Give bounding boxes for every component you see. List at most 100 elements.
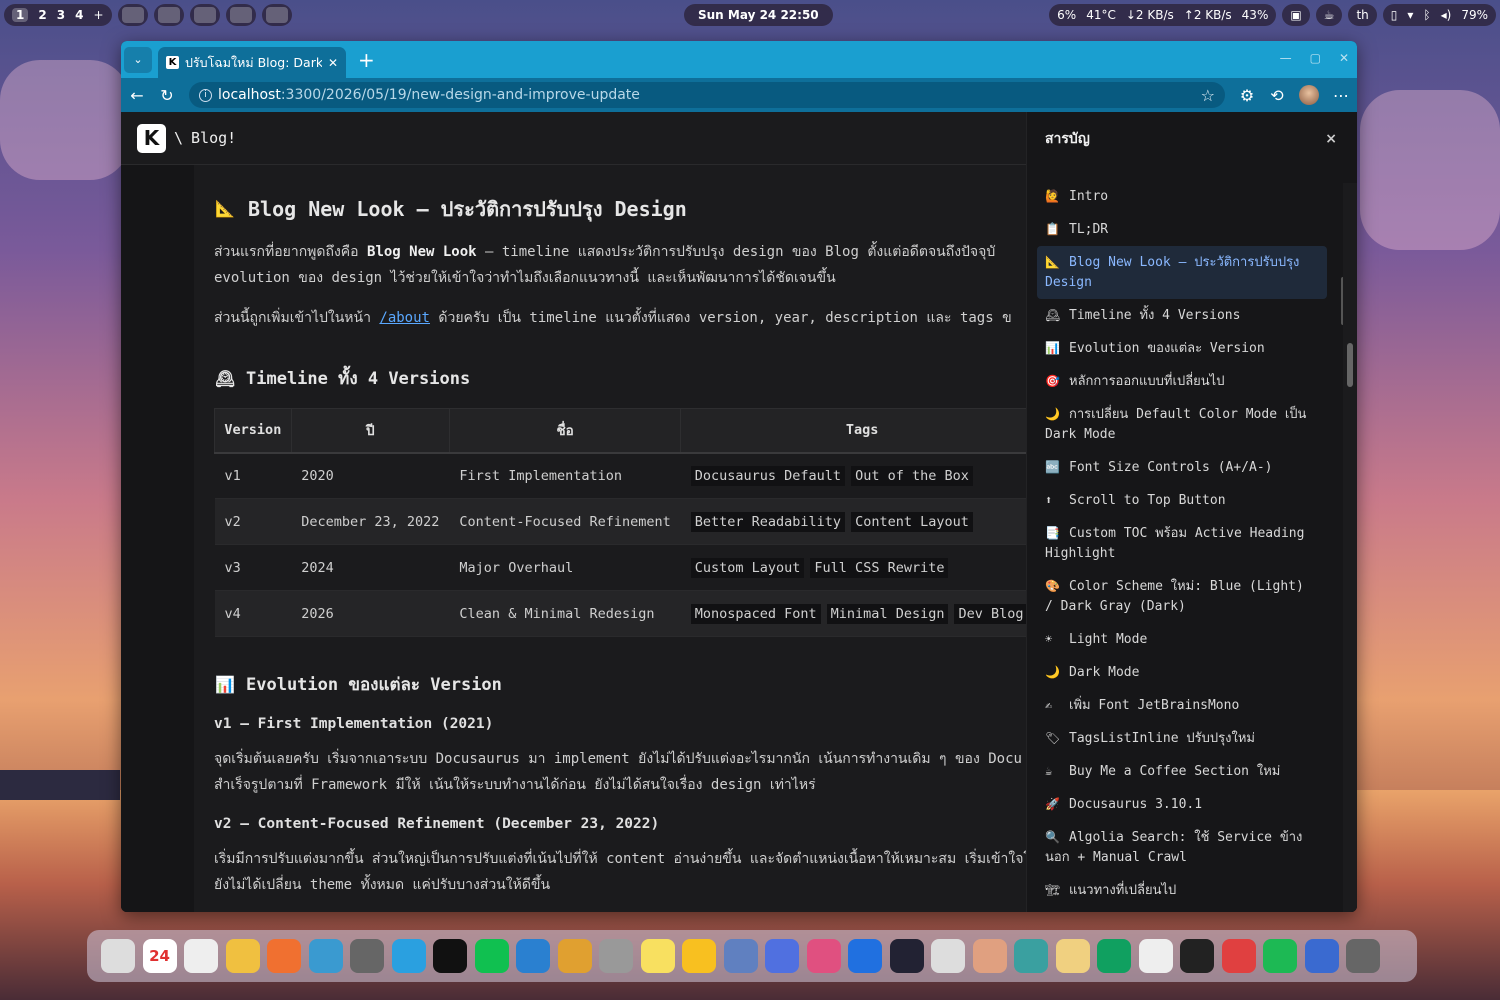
notes-icon[interactable] — [640, 939, 675, 973]
maximize-icon[interactable]: ▢ — [1310, 51, 1321, 65]
toc-item[interactable]: 🎨 Color Scheme ใหม่: Blue (Light) / Dark … — [1037, 570, 1327, 623]
new-tab-button[interactable]: + — [358, 48, 375, 72]
back-icon[interactable]: ← — [129, 86, 145, 105]
book-icon[interactable] — [1097, 939, 1131, 973]
toc-item[interactable]: 📊 Evolution ของแต่ละ Version — [1037, 332, 1327, 365]
toc-item-icon: 📐 — [1045, 255, 1060, 269]
tab-actions-menu[interactable]: ⌄ — [124, 46, 152, 73]
toc-item[interactable]: 📑 Custom TOC พร้อม Active Heading Highlig… — [1037, 517, 1327, 570]
fish-icon[interactable] — [308, 939, 343, 973]
battery-text: 79% — [1461, 8, 1488, 22]
workspace-1[interactable]: 1 — [12, 8, 29, 22]
lightbulb-icon[interactable] — [682, 939, 716, 973]
toc-item[interactable]: 📋 TL;DR — [1037, 213, 1327, 246]
extension-icon[interactable] — [848, 939, 882, 973]
system-stats[interactable]: 6% 41°C ↓2 KB/s ↑2 KB/s 43% — [1049, 4, 1277, 26]
toc-item[interactable]: 🎯 หลักการออกแบบที่เปลี่ยนไป — [1037, 365, 1327, 398]
game-icon[interactable] — [931, 939, 965, 973]
web-page: K \ Blog! 📐 Blog New Look — ประวัติการปร… — [121, 112, 1357, 912]
about-link[interactable]: /about — [379, 310, 430, 326]
bookmark-star-icon[interactable]: ☆ — [1201, 86, 1215, 105]
toc-item[interactable]: ☀ Light Mode — [1037, 623, 1327, 656]
table-row: v4 2026 Clean & Minimal Redesign Monospa… — [214, 590, 1026, 637]
telegram-icon[interactable] — [391, 939, 426, 973]
workspace-3[interactable]: 3 — [57, 8, 65, 22]
workspace-2[interactable]: 2 — [38, 8, 46, 22]
toc-item[interactable]: 🌙 การเปลี่ยน Default Color Mode เป็น Dark… — [1037, 398, 1327, 451]
trash-icon[interactable] — [1346, 939, 1380, 973]
toc-item[interactable]: 🏷 TagsListInline ปรับปรุงใหม่ — [1037, 722, 1327, 755]
toc-item[interactable]: ✍ เพิ่ม Font JetBrainsMono — [1037, 689, 1327, 722]
toc-item[interactable]: 🕰 Timeline ทั้ง 4 Versions — [1037, 299, 1327, 332]
settings-icon[interactable] — [599, 939, 633, 973]
minimize-icon[interactable]: — — [1280, 51, 1292, 65]
site-info-icon[interactable]: i — [199, 88, 212, 102]
keyboard-layout[interactable]: th — [1348, 4, 1377, 26]
toc-item[interactable]: ⬆ Scroll to Top Button — [1037, 484, 1327, 517]
toc-item[interactable]: 🙋 Intro — [1037, 180, 1327, 213]
toc-item[interactable]: ☕ Buy Me a Coffee Section ใหม่ — [1037, 755, 1327, 788]
clock-icon[interactable] — [184, 939, 218, 973]
toc-item[interactable]: 🚀 Docusaurus 3.10.1 — [1037, 788, 1327, 821]
box-icon[interactable] — [1014, 939, 1048, 973]
browser-tab-active[interactable]: K ปรับโฉมใหม่ Blog: Dark Mo ✕ — [158, 47, 346, 78]
table-row: v2 December 23, 2022 Content-Focused Ref… — [214, 498, 1026, 545]
toc-item[interactable]: 🔍 Algolia Search: ใช้ Service ข้างนอก + M… — [1037, 821, 1327, 874]
workspace-add[interactable]: + — [93, 8, 103, 22]
toc-item[interactable]: 📐 Blog New Look — ประวัติการปรับปรุง Desi… — [1037, 246, 1327, 299]
cpu-temp: 41°C — [1086, 8, 1116, 22]
scrollbar-thumb[interactable] — [1347, 343, 1353, 387]
document-icon[interactable] — [1138, 939, 1173, 973]
toc-close-icon[interactable]: × — [1325, 131, 1337, 147]
history-icon[interactable]: ⟲ — [1269, 86, 1285, 105]
url-field[interactable]: i localhost:3300/2026/05/19/new-design-a… — [189, 82, 1225, 108]
calculator-icon[interactable] — [350, 939, 384, 973]
profile-avatar[interactable] — [1299, 85, 1319, 105]
edge-app-icon[interactable] — [121, 7, 144, 23]
disk-app-icon[interactable] — [265, 7, 288, 23]
phone-icon: ▯ — [1390, 8, 1398, 22]
text-editor-icon[interactable] — [267, 939, 301, 973]
caffeine-icon[interactable]: ☕ — [1315, 4, 1343, 26]
key-icon[interactable] — [1180, 939, 1214, 973]
apps-grid-icon[interactable] — [101, 939, 135, 973]
toc-item[interactable]: 🌙 Dark Mode — [1037, 656, 1327, 689]
workspace-4[interactable]: 4 — [75, 8, 83, 22]
paragraph-text: ด้วยครับ เป็น timeline แนวตั้งที่แสดง ve… — [429, 310, 1012, 326]
dog-icon[interactable] — [557, 939, 592, 973]
toc-item[interactable]: 🔤 Font Size Controls (A+/A-) — [1037, 451, 1327, 484]
speedometer-icon[interactable] — [889, 939, 924, 973]
system-tray[interactable]: ▯ ▾ ᛒ ◂) 79% — [1382, 4, 1496, 26]
url-path: :3300/2026/05/19/new-design-and-improve-… — [280, 87, 640, 103]
toc-item-label: การเปลี่ยน Default Color Mode เป็น Dark … — [1045, 407, 1307, 442]
draw-icon[interactable] — [972, 939, 1007, 973]
paint-icon[interactable] — [806, 939, 841, 973]
page-scrollbar[interactable] — [1343, 183, 1357, 912]
reload-icon[interactable]: ↻ — [159, 86, 175, 105]
webstorm-icon[interactable] — [433, 939, 467, 973]
spotify-icon[interactable] — [1263, 939, 1297, 973]
toggle-icon[interactable] — [723, 939, 758, 973]
more-menu-icon[interactable]: ⋯ — [1333, 86, 1349, 105]
heading-text: Timeline ทั้ง 4 Versions — [246, 369, 471, 389]
close-window-icon[interactable]: ✕ — [1339, 51, 1349, 65]
extensions-icon[interactable]: ⚙ — [1239, 86, 1255, 105]
edge-icon[interactable] — [516, 939, 550, 973]
breadcrumb-blog[interactable]: Blog! — [191, 129, 236, 147]
files-icon[interactable] — [225, 939, 260, 973]
calendar-icon[interactable]: 24 — [142, 939, 177, 973]
chat-icon[interactable] — [765, 939, 799, 973]
ring-icon[interactable] — [1055, 939, 1090, 973]
clock[interactable]: Sun May 24 22:50 — [684, 4, 833, 26]
bluetooth-icon: ᛒ — [1423, 8, 1431, 22]
site-logo[interactable]: K — [137, 123, 166, 153]
line-icon[interactable] — [474, 939, 509, 973]
download-folder-icon[interactable] — [1304, 939, 1339, 973]
clipboard-icon[interactable]: ▣ — [1282, 4, 1310, 26]
discord-app-icon[interactable] — [157, 7, 180, 23]
toc-item[interactable]: 🏗 แนวทางที่เปลี่ยนไป — [1037, 874, 1327, 907]
editor-app-icon[interactable] — [193, 7, 216, 23]
tab-close-icon[interactable]: ✕ — [328, 56, 338, 70]
webstorm-app-icon[interactable] — [229, 7, 252, 23]
apps-store-icon[interactable] — [1221, 939, 1256, 973]
